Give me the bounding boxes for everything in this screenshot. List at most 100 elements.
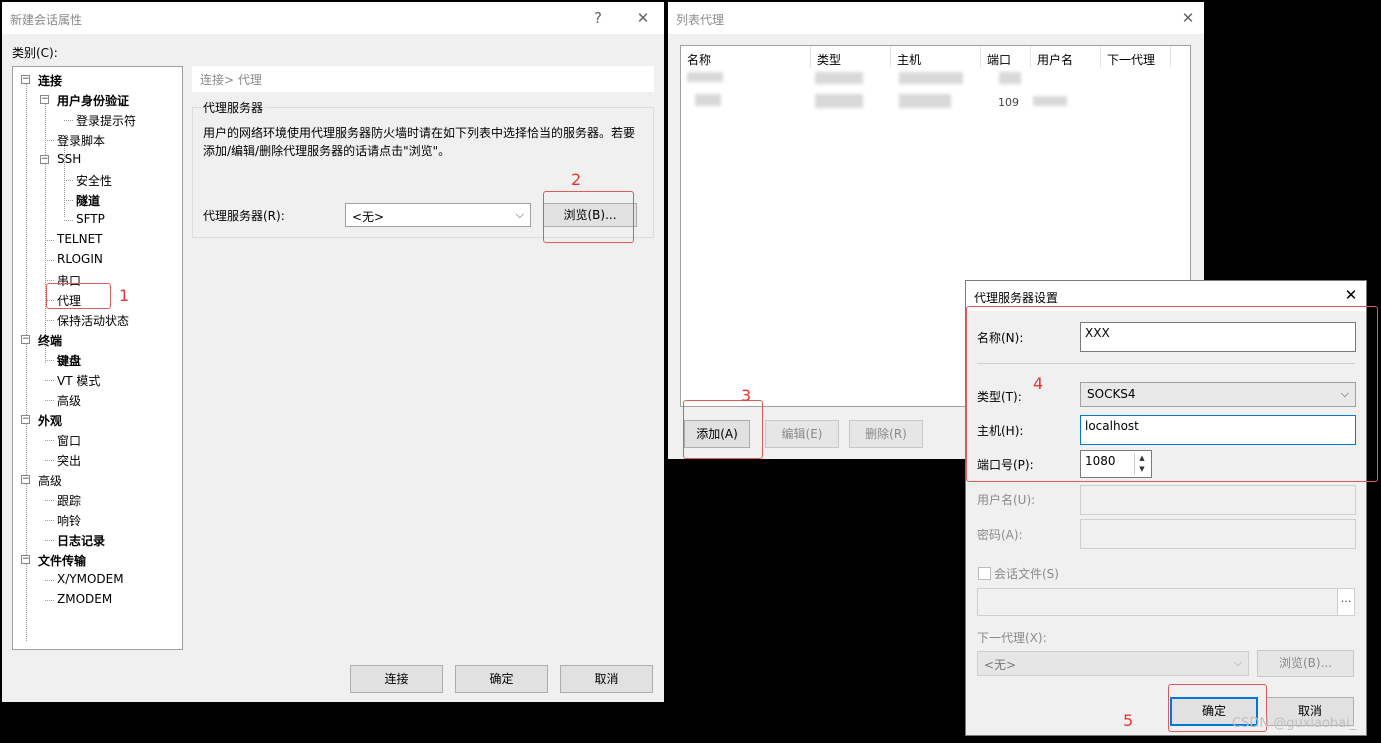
tree-connector	[45, 600, 54, 601]
proxy-server-select[interactable]: <无> ⌵	[345, 203, 531, 227]
next-proxy-browse-button[interactable]: 浏览(B)...	[1257, 650, 1354, 677]
proxy-server-label: 代理服务器(R):	[203, 209, 285, 223]
tree-item[interactable]: 响铃	[57, 512, 81, 529]
tree-connector	[45, 520, 54, 521]
tree-item[interactable]: 高级	[57, 392, 81, 409]
tree-connector	[64, 180, 73, 181]
tree-item[interactable]: 窗口	[57, 432, 81, 449]
tree-expander-icon[interactable]: −	[21, 415, 30, 424]
tree-connector	[64, 220, 73, 221]
blurred-cell	[815, 72, 863, 84]
column-header[interactable]: 主机	[891, 46, 981, 68]
tree-connector	[45, 400, 54, 401]
column-header[interactable]: 用户名	[1031, 46, 1101, 68]
breadcrumb-text: 连接> 代理	[200, 73, 262, 87]
tree-item[interactable]: 安全性	[76, 172, 112, 189]
title-bar: 新建会话属性 ? ✕	[2, 2, 664, 34]
watermark: CSDN @guxiaohai_	[1232, 716, 1357, 731]
help-button[interactable]: ?	[587, 8, 609, 28]
tree-connector	[45, 280, 54, 281]
tree-connector	[45, 500, 54, 501]
annotation-box-3	[683, 400, 763, 459]
tree-item[interactable]: 外观	[38, 412, 62, 429]
column-header[interactable]: 下一代理	[1101, 46, 1171, 68]
dialog-title: 代理服务器设置	[974, 291, 1059, 305]
tree-connector	[45, 240, 54, 241]
chevron-down-icon: ⌵	[1233, 656, 1242, 669]
connect-button[interactable]: 连接	[350, 665, 443, 693]
tree-item[interactable]: 隧道	[76, 192, 100, 209]
group-title: 代理服务器	[201, 99, 266, 116]
column-header-label: 下一代理	[1107, 53, 1156, 67]
session-file-checkbox[interactable]	[978, 567, 991, 580]
close-button[interactable]: ✕	[1177, 8, 1199, 28]
breadcrumb: 连接> 代理	[192, 66, 654, 92]
tree-item[interactable]: 突出	[57, 452, 81, 469]
tree-item[interactable]: 高级	[38, 472, 62, 489]
annotation-number-4: 4	[1033, 374, 1044, 393]
blurred-cell	[1033, 96, 1067, 106]
tree-item[interactable]: ZMODEM	[57, 592, 112, 606]
tree-item[interactable]: 跟踪	[57, 492, 81, 509]
tree-guide-line	[45, 101, 46, 363]
tree-item[interactable]: SFTP	[76, 212, 105, 226]
blurred-cell	[899, 72, 963, 84]
tree-item[interactable]: 文件传输	[38, 552, 86, 569]
tree-connector	[45, 140, 54, 141]
category-label: 类别(C):	[12, 46, 58, 60]
tree-item[interactable]: SSH	[57, 152, 81, 166]
proxy-server-value: <无>	[352, 210, 385, 224]
category-tree[interactable]: − 连接 − 用户身份验证 登录提示符 登录脚本 − SSH 安全性 隧道 SFTP TELNET RL…	[12, 66, 183, 650]
tree-item[interactable]: 用户身份验证	[57, 92, 129, 109]
tree-item[interactable]: 保持活动状态	[57, 312, 129, 329]
tree-connector	[45, 540, 54, 541]
tree-expander-icon[interactable]: −	[21, 75, 30, 84]
tree-item[interactable]: 日志记录	[57, 532, 105, 549]
next-proxy-label: 下一代理(X):	[977, 631, 1047, 645]
tree-expander-icon[interactable]: −	[21, 335, 30, 344]
tree-expander-icon[interactable]: −	[21, 555, 30, 564]
chevron-down-icon: ⌵	[515, 208, 524, 221]
annotation-number-3: 3	[741, 386, 752, 405]
annotation-number-5: 5	[1123, 711, 1134, 730]
tree-item[interactable]: 登录提示符	[76, 112, 136, 129]
title-bar: 列表代理 ✕	[668, 2, 1204, 34]
column-header-label: 用户名	[1037, 53, 1074, 67]
tree-connector	[45, 440, 54, 441]
column-header[interactable]: 端口	[981, 46, 1031, 68]
tree-item[interactable]: 键盘	[57, 352, 81, 369]
ok-button[interactable]: 确定	[455, 665, 548, 693]
session-file-browse[interactable]: ...	[1337, 589, 1354, 615]
blurred-cell	[999, 72, 1021, 84]
username-label: 用户名(U):	[977, 493, 1036, 507]
tree-item[interactable]: 登录脚本	[57, 132, 105, 149]
tree-expander-icon[interactable]: −	[40, 155, 49, 164]
dialog-title: 新建会话属性	[10, 13, 83, 27]
column-header[interactable]: 类型	[811, 46, 891, 68]
username-field[interactable]	[1080, 485, 1356, 515]
tree-item[interactable]: 连接	[38, 72, 62, 89]
tree-expander-icon[interactable]: −	[40, 95, 49, 104]
tree-item[interactable]: TELNET	[57, 232, 103, 246]
edit-button[interactable]: 编辑(E)	[765, 420, 839, 448]
tree-connector	[45, 380, 54, 381]
password-field[interactable]	[1080, 519, 1356, 549]
column-header[interactable]: 名称	[681, 46, 811, 68]
description-line-1: 用户的网络环境使用代理服务器防火墙时请在如下列表中选择恰当的服务器。若要	[203, 126, 636, 140]
delete-button[interactable]: 删除(R)	[849, 420, 923, 448]
session-file-field[interactable]: ...	[977, 588, 1355, 616]
session-properties-dialog: 新建会话属性 ? ✕ 类别(C): − 连接 − 用户身份验证 登录提示符 登录脚本 − SS…	[2, 2, 664, 702]
close-button[interactable]: ✕	[1340, 285, 1362, 305]
tree-item[interactable]: X/YMODEM	[57, 572, 124, 586]
next-proxy-select[interactable]: <无> ⌵	[977, 651, 1249, 676]
tree-item[interactable]: 终端	[38, 332, 62, 349]
tree-item[interactable]: VT 模式	[57, 372, 100, 389]
tree-expander-icon[interactable]: −	[21, 475, 30, 484]
column-header-label: 类型	[817, 53, 842, 67]
column-header-label: 端口	[987, 53, 1012, 67]
close-button[interactable]: ✕	[632, 8, 654, 28]
tree-item[interactable]: RLOGIN	[57, 252, 103, 266]
tree-connector	[45, 460, 54, 461]
tree-connector	[45, 320, 54, 321]
cancel-button[interactable]: 取消	[560, 665, 653, 693]
